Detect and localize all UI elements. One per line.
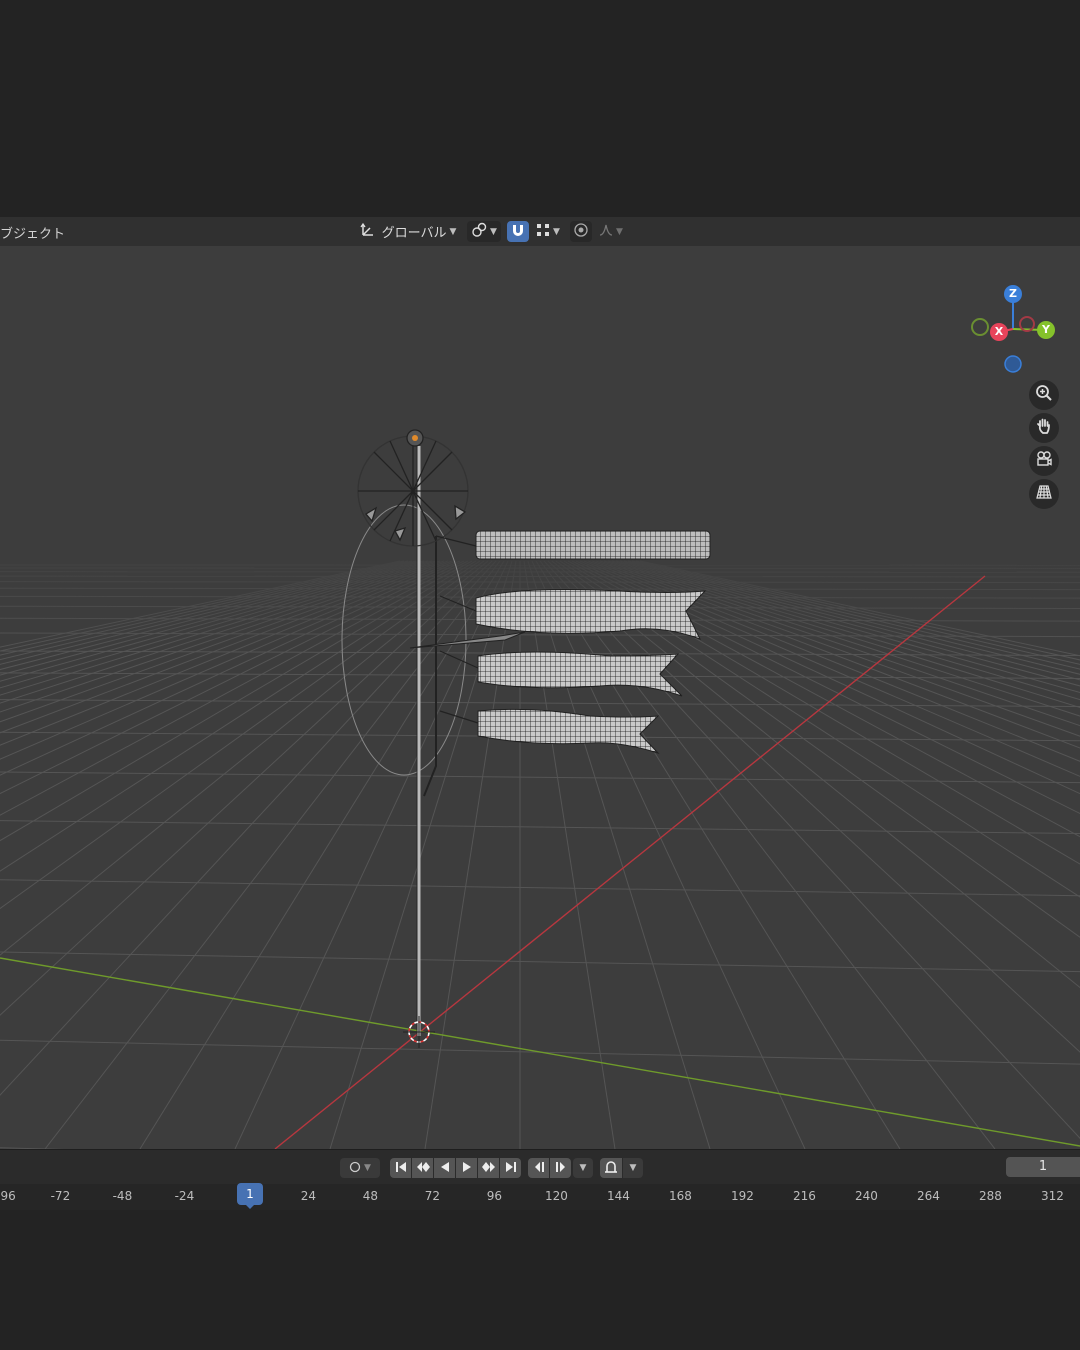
streamer-top xyxy=(435,530,711,560)
pan-button[interactable] xyxy=(1029,413,1059,443)
gizmo-x-axis[interactable]: X xyxy=(990,323,1008,341)
falloff-icon xyxy=(599,223,613,241)
navigation-gizmo[interactable]: Z X Y xyxy=(962,282,1072,382)
play-reverse-button[interactable] xyxy=(434,1158,455,1178)
jump-to-start-button[interactable] xyxy=(390,1158,411,1178)
record-icon xyxy=(349,1161,361,1176)
grid-line xyxy=(0,951,1080,973)
pivot-icon xyxy=(471,222,487,242)
gizmo-z-axis[interactable]: Z xyxy=(1004,285,1022,303)
camera-view-button[interactable] xyxy=(1029,446,1059,476)
previous-keyframe-button[interactable] xyxy=(412,1158,433,1178)
auto-keying-button[interactable] xyxy=(600,1158,622,1178)
ruler-label: -72 xyxy=(50,1189,71,1203)
magnet-icon xyxy=(510,222,526,242)
proportional-editing-toggle[interactable] xyxy=(570,221,592,242)
playback-dropdown[interactable]: ▼ xyxy=(573,1158,593,1178)
current-frame-indicator[interactable]: 1 xyxy=(237,1183,263,1205)
transform-orientation-dropdown[interactable]: グローバル ▼ xyxy=(356,221,460,242)
ruler-label: -96 xyxy=(0,1189,16,1203)
chevron-down-icon: ▼ xyxy=(579,1163,587,1173)
jump-end-icon xyxy=(505,1161,517,1176)
snap-toggle-button[interactable] xyxy=(507,221,529,242)
3d-viewport[interactable]: Z X Y xyxy=(0,246,1080,1149)
grid-line xyxy=(0,771,1080,784)
prev-keyframe-icon xyxy=(416,1161,430,1176)
zoom-button[interactable] xyxy=(1029,380,1059,410)
ruler-label: 120 xyxy=(544,1189,568,1203)
orientation-label: グローバル xyxy=(381,226,447,241)
ruler-label: 264 xyxy=(916,1189,940,1203)
ruler-label: -48 xyxy=(112,1189,133,1203)
zoom-icon xyxy=(1035,384,1053,406)
ruler-label: 240 xyxy=(854,1189,878,1203)
ruler-label: 24 xyxy=(300,1189,317,1203)
current-frame-pointer xyxy=(245,1204,255,1209)
pivot-point-dropdown[interactable]: ▼ xyxy=(467,221,501,242)
timeline-panel: ▼ ▼ ▼ 1 96 -72 -48 -24 24 48 72 96 120 1… xyxy=(0,1149,1080,1210)
proportional-falloff-dropdown[interactable]: ▼ xyxy=(595,221,627,242)
chevron-down-icon: ▼ xyxy=(629,1163,637,1173)
ruler-label: 312 xyxy=(1040,1189,1064,1203)
next-keyframe-button[interactable] xyxy=(478,1158,499,1178)
gizmo-y-axis[interactable]: Y xyxy=(1037,321,1055,339)
top-empty-area xyxy=(0,0,1080,217)
chevron-down-icon: ▼ xyxy=(553,226,560,237)
auto-keying-dropdown[interactable]: ▼ xyxy=(623,1158,643,1178)
camera-icon xyxy=(1035,450,1053,472)
grid-line xyxy=(0,699,1080,708)
y-axis-line xyxy=(0,957,1080,1147)
play-button[interactable] xyxy=(456,1158,477,1178)
chevron-down-icon: ▼ xyxy=(449,226,457,237)
ruler-label: 168 xyxy=(668,1189,692,1203)
chevron-down-icon: ▼ xyxy=(490,226,497,237)
perspective-toggle-button[interactable] xyxy=(1029,479,1059,509)
play-reverse-icon xyxy=(439,1161,451,1176)
ruler-label: -24 xyxy=(174,1189,195,1203)
ruler-label: 96 xyxy=(486,1189,503,1203)
ruler-label: 72 xyxy=(424,1189,441,1203)
snap-grid-icon xyxy=(536,223,550,241)
keying-toggle[interactable]: ▼ xyxy=(340,1158,380,1178)
playback-controls: ▼ ▼ ▼ 1 xyxy=(0,1150,1080,1184)
grid-line xyxy=(0,820,1080,835)
bottom-empty-area xyxy=(0,1210,1080,1350)
current-frame-field[interactable]: 1 xyxy=(1006,1157,1080,1177)
chevron-down-icon: ▼ xyxy=(616,226,623,237)
koinobori-3 xyxy=(439,708,660,755)
previous-frame-button[interactable] xyxy=(528,1158,549,1178)
3d-cursor xyxy=(403,1016,435,1048)
pinwheel xyxy=(357,429,469,547)
orientation-icon xyxy=(360,222,376,242)
grid-line xyxy=(0,879,1080,897)
hand-pan-icon xyxy=(1035,417,1053,439)
proportional-edit-icon xyxy=(573,222,589,242)
ruler-label: 216 xyxy=(792,1189,816,1203)
object-mode-label[interactable]: ブジェクト xyxy=(0,223,65,242)
ruler-label: 288 xyxy=(978,1189,1002,1203)
jump-to-end-button[interactable] xyxy=(500,1158,521,1178)
ruler-label: 144 xyxy=(606,1189,630,1203)
auto-keying-icon xyxy=(604,1160,618,1177)
chevron-down-icon: ▼ xyxy=(364,1163,371,1173)
grid-ortho-icon xyxy=(1035,483,1053,505)
ruler-label: 192 xyxy=(730,1189,754,1203)
next-frame-icon xyxy=(555,1161,567,1176)
ruler-label: 48 xyxy=(362,1189,379,1203)
prev-frame-icon xyxy=(533,1161,545,1176)
viewport-scene xyxy=(0,429,1080,1149)
viewport-header: ブジェクト グローバル ▼ ▼ ▼ ▼ xyxy=(0,217,1080,247)
jump-start-icon xyxy=(395,1161,407,1176)
snap-target-dropdown[interactable]: ▼ xyxy=(531,221,565,242)
play-icon xyxy=(461,1161,473,1176)
frame-ruler[interactable]: -96 -72 -48 -24 24 48 72 96 120 144 168 192 216 240 26… xyxy=(0,1184,1080,1210)
next-keyframe-icon xyxy=(481,1161,496,1176)
next-frame-button[interactable] xyxy=(550,1158,571,1178)
